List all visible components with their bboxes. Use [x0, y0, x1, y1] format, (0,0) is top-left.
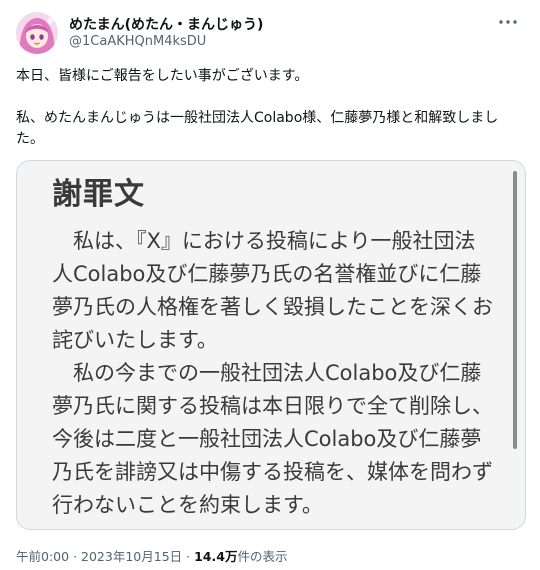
separator: ·: [73, 549, 78, 564]
tweet-time[interactable]: 午前0:00: [16, 549, 69, 564]
document-paragraph: 私の今までの一般社団法人Colabo及び仁藤夢乃氏に関する投稿は本日限りで全て削…: [52, 361, 493, 517]
attached-image[interactable]: 謝罪文 私は、『X』における投稿により一般社団法人Colabo及び仁藤夢乃氏の名…: [16, 160, 526, 530]
separator: ·: [186, 549, 191, 564]
tweet-line: 本日、皆様にご報告をしたい事がございます。: [16, 68, 309, 84]
avatar[interactable]: [16, 12, 58, 54]
author-display-name[interactable]: めたまん(めたん・まんじゅう): [69, 14, 263, 34]
tweet-meta: 午前0:00 · 2023年10月15日 · 14.4万件の表示: [16, 546, 287, 565]
view-label: 件の表示: [237, 549, 288, 564]
scrollbar: [513, 171, 517, 449]
apology-document: 謝罪文 私は、『X』における投稿により一般社団法人Colabo及び仁藤夢乃氏の名…: [17, 161, 525, 529]
tweet-text: 本日、皆様にご報告をしたい事がございます。 私、めたんまんじゅうは一般社団法人C…: [16, 66, 526, 171]
ellipsis-icon[interactable]: [496, 12, 520, 32]
tweet-line: 私、めたんまんじゅうは一般社団法人Colabo様、仁藤夢乃様と和解致しました。: [16, 110, 499, 147]
view-count: 14.4万: [194, 549, 238, 564]
document-title: 謝罪文: [52, 177, 145, 212]
avatar-image: [16, 12, 58, 54]
tweet-header: めたまん(めたん・まんじゅう) @1CaAKHQnM4ksDU: [16, 10, 524, 56]
tweet-date[interactable]: 2023年10月15日: [81, 549, 182, 564]
author-handle[interactable]: @1CaAKHQnM4ksDU: [69, 34, 206, 49]
document-paragraph: 私は、『X』における投稿により一般社団法人Colabo及び仁藤夢乃氏の名誉権並び…: [52, 229, 493, 352]
